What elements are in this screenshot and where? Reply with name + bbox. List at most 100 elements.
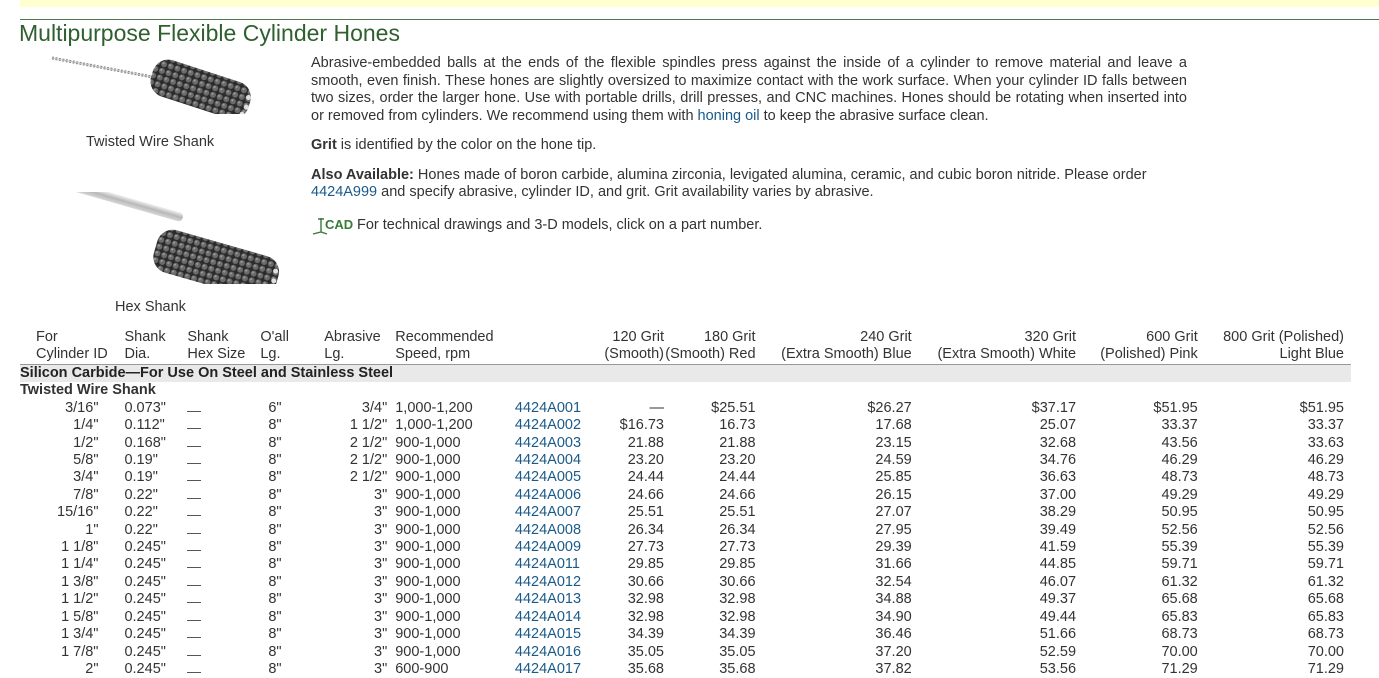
part-number-link[interactable]: 4424A014 <box>515 609 581 625</box>
part-number-link[interactable]: 4424A003 <box>515 435 581 451</box>
g320-cell: 46.07 <box>1039 573 1077 590</box>
hex-size-cell <box>187 644 260 661</box>
table-row: 1 7/8" 0.245" 8" 3" 900-1,000 4424A016 35.05 35… <box>20 644 1351 661</box>
g320-cell: 44.85 <box>1039 556 1077 573</box>
g180-cell: $25.51 <box>711 399 756 416</box>
g120-cell: — <box>649 399 664 416</box>
part-number-link[interactable]: 4424A009 <box>515 539 581 555</box>
dia-cell: 0.112" <box>124 417 165 434</box>
empty-value-marker <box>187 470 202 482</box>
part-number-link[interactable]: 4424A007 <box>515 504 581 520</box>
speed-cell: 900-1,000 <box>395 556 461 573</box>
header-line: Hex Size <box>187 346 246 362</box>
cyl-cell: 1 3/4" <box>61 626 99 643</box>
g180-cell: 34.39 <box>719 626 756 643</box>
part-number-link[interactable]: 4424A016 <box>515 644 581 660</box>
oall-cell: 8" <box>268 608 282 625</box>
g800-cell: 71.29 <box>1307 660 1344 677</box>
g180-cell: 24.44 <box>719 469 756 486</box>
cyl-cell: 1 3/8" <box>61 573 99 590</box>
abr-cell: 3" <box>374 486 388 503</box>
dia-cell: 0.245" <box>124 660 166 677</box>
hex-size-cell <box>187 556 260 573</box>
part-number-cell: 4424A017 <box>515 661 601 678</box>
hex-size-cell <box>187 400 260 417</box>
part-number-link[interactable]: 4424A008 <box>515 522 581 538</box>
g800-cell: 33.37 <box>1307 417 1344 434</box>
header-line: Lg. <box>324 346 345 362</box>
g120-cell: 35.68 <box>627 660 664 677</box>
part-number-link[interactable]: 4424A015 <box>515 626 581 642</box>
part-number-link[interactable]: 4424A011 <box>515 556 580 572</box>
part-number-cell: 4424A011 <box>515 556 601 573</box>
g320-cell: 49.44 <box>1039 608 1077 625</box>
abr-cell: 3" <box>374 660 388 677</box>
col-speed: Recommended Speed, rpm <box>395 329 515 365</box>
g800-cell: 65.83 <box>1307 608 1344 625</box>
also-available-label: Also Available: <box>311 166 414 183</box>
empty-value-marker <box>187 662 202 673</box>
g180-cell: 32.98 <box>719 608 756 625</box>
dia-cell: 0.073" <box>124 399 166 416</box>
dia-cell: 0.22" <box>124 504 158 521</box>
part-number-cell: 4424A004 <box>515 452 601 469</box>
dia-cell: 0.245" <box>124 573 166 590</box>
description-tail: to keep the abrasive surface clean. <box>759 107 989 124</box>
table-row: 1/4" 0.112" 8" 1 1/2" 1,000-1,200 4424A002 $16… <box>20 417 1351 434</box>
g180-cell: 32.98 <box>719 591 756 608</box>
g240-cell: 26.15 <box>875 486 912 503</box>
table-row: 1/2" 0.168" 8" 2 1/2" 900-1,000 4424A003 21.88… <box>20 435 1351 452</box>
abr-cell: 3" <box>374 539 388 556</box>
part-number-link[interactable]: 4424A006 <box>515 487 581 503</box>
g240-cell: 27.95 <box>875 521 912 538</box>
part-number-link[interactable]: 4424A005 <box>515 469 581 485</box>
part-number-cell: 4424A006 <box>515 487 601 504</box>
cyl-cell: 1 7/8" <box>61 643 99 660</box>
g240-cell: 24.59 <box>875 452 912 469</box>
header-line: O'all <box>260 329 289 345</box>
part-number-link[interactable]: 4424A004 <box>515 452 581 468</box>
part-4424A999-link[interactable]: 4424A999 <box>311 184 377 200</box>
honing-oil-link[interactable]: honing oil <box>698 108 760 124</box>
g120-cell: 29.85 <box>627 556 664 573</box>
speed-cell: 900-1,000 <box>395 434 461 451</box>
abr-cell: 3" <box>374 521 388 538</box>
section-heading: Silicon Carbide—For Use On Steel and Sta… <box>20 364 1351 383</box>
speed-cell: 900-1,000 <box>395 643 461 660</box>
header-line: Shank <box>124 329 166 345</box>
abr-cell: 2 1/2" <box>349 469 388 486</box>
table-row: 1 5/8" 0.245" 8" 3" 900-1,000 4424A014 32.98 32… <box>20 609 1351 626</box>
oall-cell: 8" <box>268 573 282 590</box>
part-number-link[interactable]: 4424A001 <box>515 400 581 416</box>
part-number-link[interactable]: 4424A017 <box>515 661 581 677</box>
part-number-link[interactable]: 4424A012 <box>515 574 581 590</box>
hex-shank-caption: Hex Shank <box>115 299 186 315</box>
g320-cell: 51.66 <box>1039 626 1077 643</box>
g120-cell: 35.05 <box>627 643 664 660</box>
oall-cell: 6" <box>268 399 282 416</box>
g600-cell: 33.37 <box>1161 417 1198 434</box>
g800-cell: 68.73 <box>1307 626 1344 643</box>
cyl-cell: 1 1/8" <box>61 539 99 556</box>
oall-cell: 8" <box>268 556 282 573</box>
empty-value-marker <box>187 488 202 499</box>
part-number-link[interactable]: 4424A013 <box>515 591 581 607</box>
table-row: 3/16" 0.073" 6" 3/4" 1,000-1,200 4424A001 — $25… <box>20 400 1351 417</box>
cyl-cell: 2" <box>85 660 99 677</box>
oall-cell: 8" <box>268 486 282 503</box>
g180-cell: 29.85 <box>719 556 756 573</box>
hex-size-cell <box>187 591 260 608</box>
cyl-cell: 5/8" <box>73 452 99 469</box>
dia-cell: 0.168" <box>124 434 166 451</box>
abr-cell: 3" <box>374 608 388 625</box>
cad-note: CAD For technical drawings and 3-D model… <box>311 216 1187 236</box>
part-number-link[interactable]: 4424A002 <box>515 417 581 433</box>
hex-size-cell <box>187 574 260 591</box>
cyl-cell: 1" <box>85 521 99 538</box>
col-oall-lg: O'all Lg. <box>260 329 325 365</box>
part-number-cell: 4424A005 <box>515 469 601 486</box>
also-available-note: Also Available: Hones made of boron carb… <box>311 167 1187 202</box>
g240-cell: 23.15 <box>875 434 912 451</box>
part-number-cell: 4424A016 <box>515 644 601 661</box>
col-abrasive-lg: Abrasive Lg. <box>324 329 396 365</box>
